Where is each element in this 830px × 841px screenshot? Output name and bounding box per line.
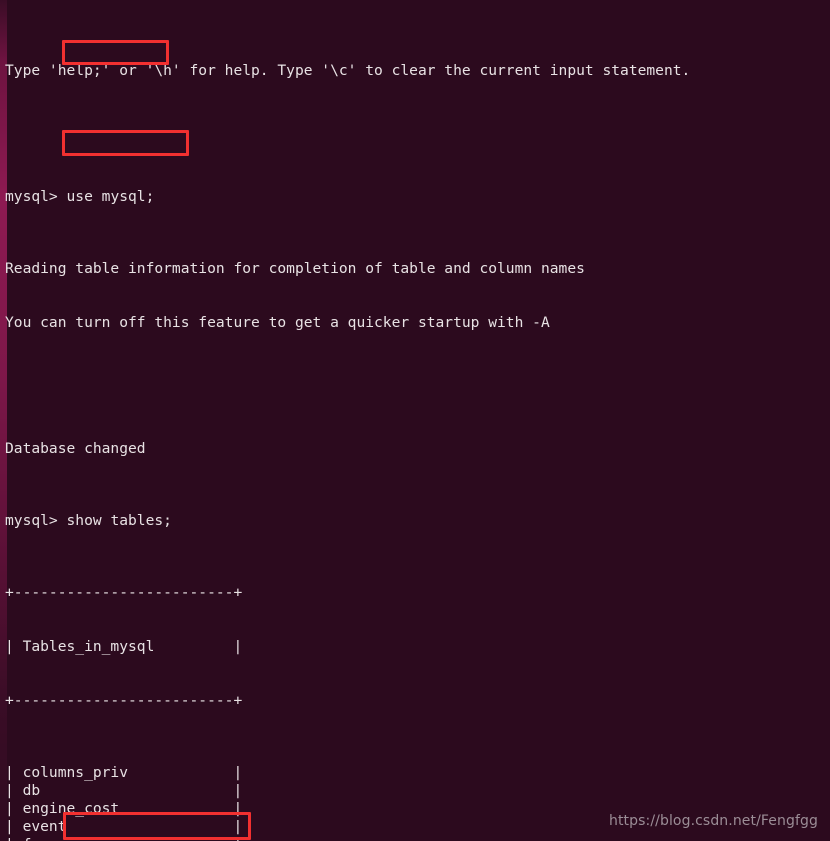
terminal-line-help-hint: Type 'help;' or '\h' for help. Type '\c'… bbox=[5, 62, 691, 79]
command-show-tables: show tables; bbox=[66, 512, 172, 529]
terminal-line-turn-off-feature: You can turn off this feature to get a q… bbox=[5, 314, 550, 331]
terminal-blank-line-2 bbox=[5, 368, 830, 386]
watermark-text: https://blog.csdn.net/Fengfgg bbox=[608, 813, 818, 829]
table-row: | db | bbox=[5, 782, 243, 799]
spacer-2 bbox=[58, 512, 67, 529]
table-header-row: | Tables_in_mysql | bbox=[5, 638, 243, 655]
terminal-line-prompt-use: mysql> use mysql; bbox=[5, 188, 830, 206]
prompt-label-2: mysql> bbox=[5, 512, 58, 529]
table-row: | columns_priv | bbox=[5, 764, 243, 781]
table-row: | func | bbox=[5, 836, 830, 841]
terminal-line-prompt-show: mysql> show tables; bbox=[5, 512, 830, 530]
prompt-label: mysql> bbox=[5, 188, 58, 205]
command-use-mysql: use mysql; bbox=[66, 188, 155, 205]
terminal-line-reading-table-info: Reading table information for completion… bbox=[5, 260, 585, 277]
terminal-line-database-changed: Database changed bbox=[5, 440, 146, 457]
terminal-screen[interactable]: Type 'help;' or '\h' for help. Type '\c'… bbox=[0, 0, 830, 841]
table-border-mid: +-------------------------+ bbox=[5, 692, 243, 709]
table-border-top: +-------------------------+ bbox=[5, 584, 243, 601]
terminal-window[interactable]: Type 'help;' or '\h' for help. Type '\c'… bbox=[0, 0, 830, 841]
